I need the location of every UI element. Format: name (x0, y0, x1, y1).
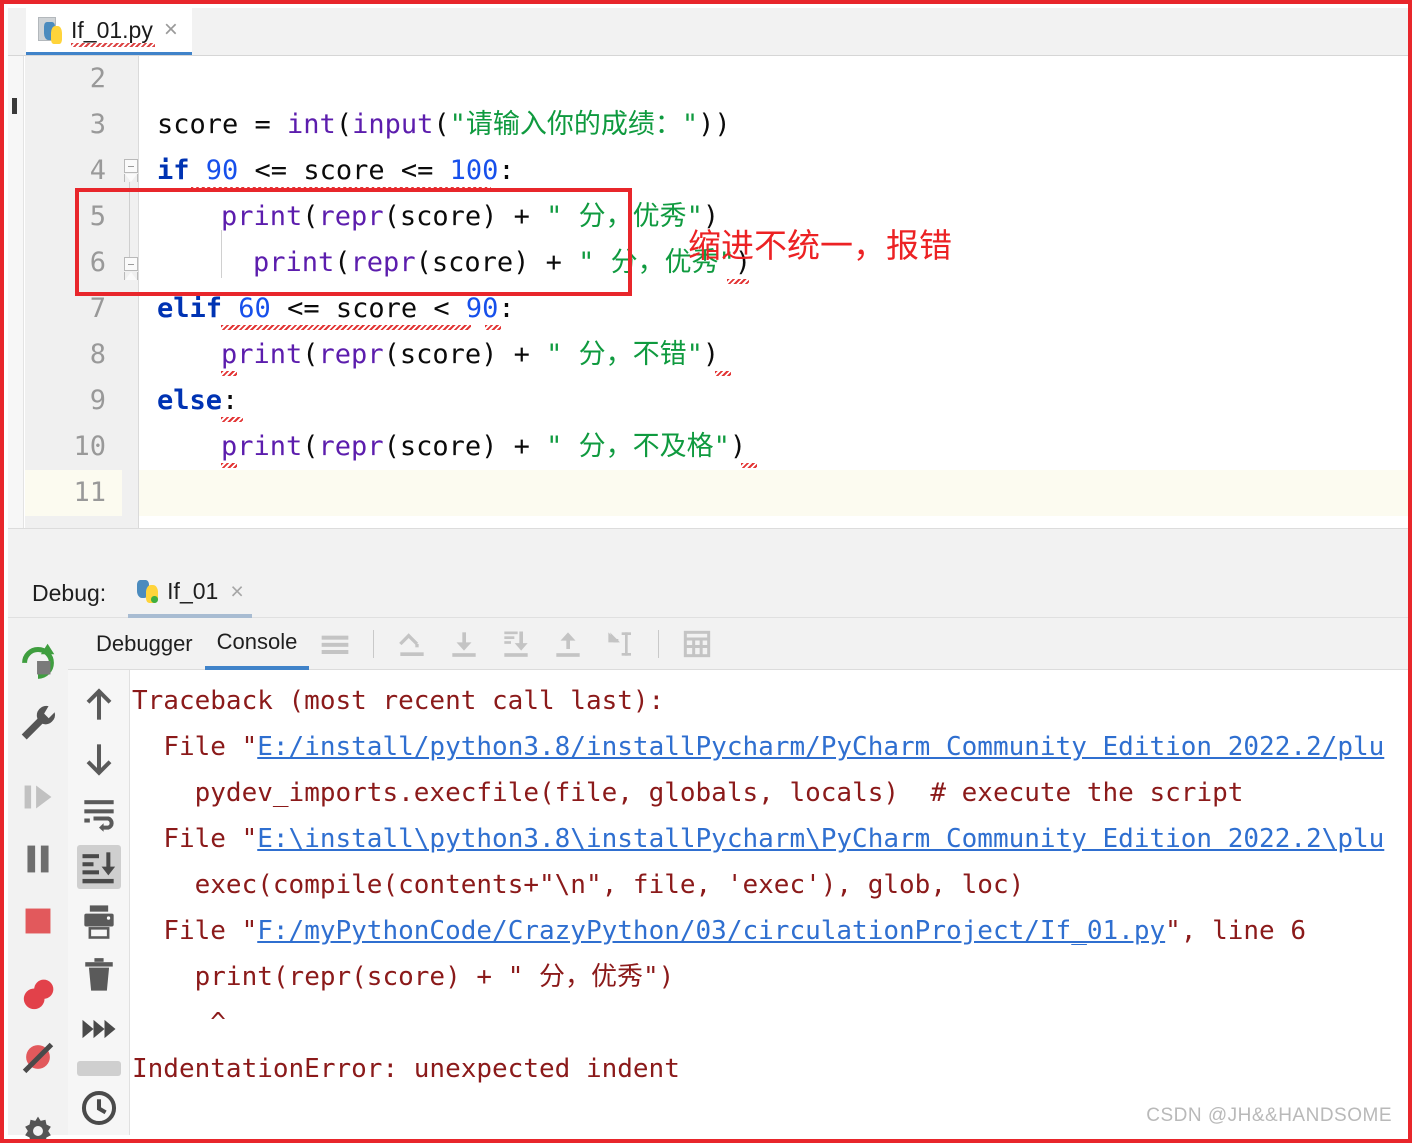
line-number: 6 (89, 247, 106, 278)
step-into-icon[interactable] (444, 624, 484, 664)
console-line: File "F:/myPythonCode/CrazyPython/03/cir… (163, 916, 1307, 946)
debug-left-toolbar (8, 618, 68, 1139)
console-output[interactable]: Traceback (most recent call last): File … (130, 670, 1404, 1135)
console-line: IndentationError: unexpected indent (132, 1054, 680, 1084)
close-icon[interactable]: × (164, 18, 178, 42)
tab-debugger[interactable]: Debugger (84, 618, 205, 670)
list-icon[interactable] (315, 624, 355, 664)
code-line-10: print(repr(score) + " 分，不及格") (221, 431, 747, 462)
file-link[interactable]: E:\install\python3.8\installPycharm\PyCh… (257, 824, 1384, 854)
mute-breakpoints-icon[interactable] (15, 1034, 61, 1080)
fold-arrow-end-icon (124, 272, 138, 280)
history-icon[interactable] (77, 1086, 121, 1130)
scroll-to-end-icon[interactable] (76, 845, 121, 889)
force-step-into-icon[interactable] (496, 624, 536, 664)
console-line: print(repr(score) + " 分，优秀") (194, 962, 675, 992)
editor-tab-if01[interactable]: If_01.py × (26, 8, 192, 55)
line-number: 2 (89, 63, 106, 94)
editor-debug-splitter[interactable] (8, 528, 1408, 570)
run-to-cursor-icon[interactable] (600, 624, 640, 664)
console-line: ^ (210, 1008, 226, 1038)
console-line: File "E:/install/python3.8/installPychar… (163, 732, 1385, 762)
stop-icon[interactable] (15, 898, 61, 944)
settings-gear-icon[interactable] (15, 1108, 61, 1139)
line-number: 5 (89, 201, 106, 232)
code-line-5: print(repr(score) + " 分，优秀") (221, 201, 720, 232)
debug-run-tab-label: If_01 (167, 578, 219, 604)
evaluate-expression-icon[interactable] (677, 624, 717, 664)
python-file-icon (38, 17, 63, 44)
close-icon[interactable]: × (230, 578, 243, 605)
fold-marker-end[interactable] (124, 257, 138, 271)
debug-toolbar: Debugger Console (8, 618, 1408, 670)
debug-run-tab[interactable]: If_01 × (128, 570, 252, 618)
settings-wrench-icon[interactable] (15, 700, 61, 746)
code-line-6: print(repr(score) + " 分，优秀") (253, 247, 752, 278)
line-number: 11 (73, 477, 106, 508)
python-run-icon (136, 580, 159, 603)
soft-wrap-icon[interactable] (77, 791, 121, 835)
file-link[interactable]: E:/install/python3.8/installPycharm/PyCh… (257, 732, 1384, 762)
annotation-text: 缩进不统一，报错 (688, 226, 952, 265)
python-console-icon[interactable] (76, 1061, 121, 1076)
step-over-icon[interactable] (392, 624, 432, 664)
fast-forward-icon[interactable] (77, 1007, 121, 1051)
line-number: 7 (89, 293, 106, 324)
clear-all-icon[interactable] (77, 953, 121, 997)
line-number: 3 (89, 109, 106, 140)
editor-tab-strip: If_01.py × (8, 8, 1408, 56)
step-out-icon[interactable] (548, 624, 588, 664)
current-line-highlight (139, 470, 1408, 516)
scroll-up-icon[interactable] (77, 683, 121, 727)
code-folding-gutter[interactable] (122, 56, 139, 528)
console-line: pydev_imports.execfile(file, globals, lo… (194, 778, 1244, 808)
watermark: CSDN @JH&&HANDSOME (1146, 1105, 1392, 1126)
view-breakpoints-icon[interactable] (15, 972, 61, 1018)
tab-console[interactable]: Console (204, 618, 310, 670)
line-number-gutter: 2 3 4 5 6 7 8 9 10 11 (25, 56, 122, 528)
code-line-3: score = int(input("请输入你的成绩：")) (157, 109, 731, 140)
line-number: 8 (89, 339, 106, 370)
line-number: 4 (89, 155, 106, 186)
breakpoint-marker (12, 98, 17, 114)
print-icon[interactable] (77, 899, 121, 943)
code-text-area[interactable]: score = int(input("请输入你的成绩：")) if 90 <= … (139, 56, 1408, 528)
debug-label: Debug: (32, 580, 107, 606)
code-editor[interactable]: 2 3 4 5 6 7 8 9 10 11 score = int(input(… (8, 56, 1408, 528)
pycharm-window: If_01.py × 2 3 4 5 6 7 8 9 10 11 score =… (0, 0, 1412, 1143)
code-line-8: print(repr(score) + " 分，不错") (221, 339, 720, 370)
fold-arrow-icon (124, 174, 138, 182)
console-side-toolbar (68, 670, 130, 1135)
editor-tab-label: If_01.py (71, 16, 155, 47)
line-number: 10 (73, 431, 106, 462)
file-link[interactable]: F:/myPythonCode/CrazyPython/03/circulati… (257, 916, 1165, 946)
pause-program-icon[interactable] (15, 836, 61, 882)
line-number: 9 (89, 385, 106, 416)
console-line: File "E:\install\python3.8\installPychar… (163, 824, 1385, 854)
console-line: exec(compile(contents+"\n", file, 'exec'… (194, 870, 1025, 900)
console-line: Traceback (most recent call last): (132, 686, 665, 716)
debug-panel-header: Debug: If_01 × (8, 570, 1408, 618)
scroll-down-icon[interactable] (77, 737, 121, 781)
rerun-icon[interactable] (15, 638, 61, 684)
editor-marker-strip (8, 56, 24, 528)
fold-marker-if[interactable] (124, 159, 138, 173)
resume-program-icon[interactable] (15, 774, 61, 820)
